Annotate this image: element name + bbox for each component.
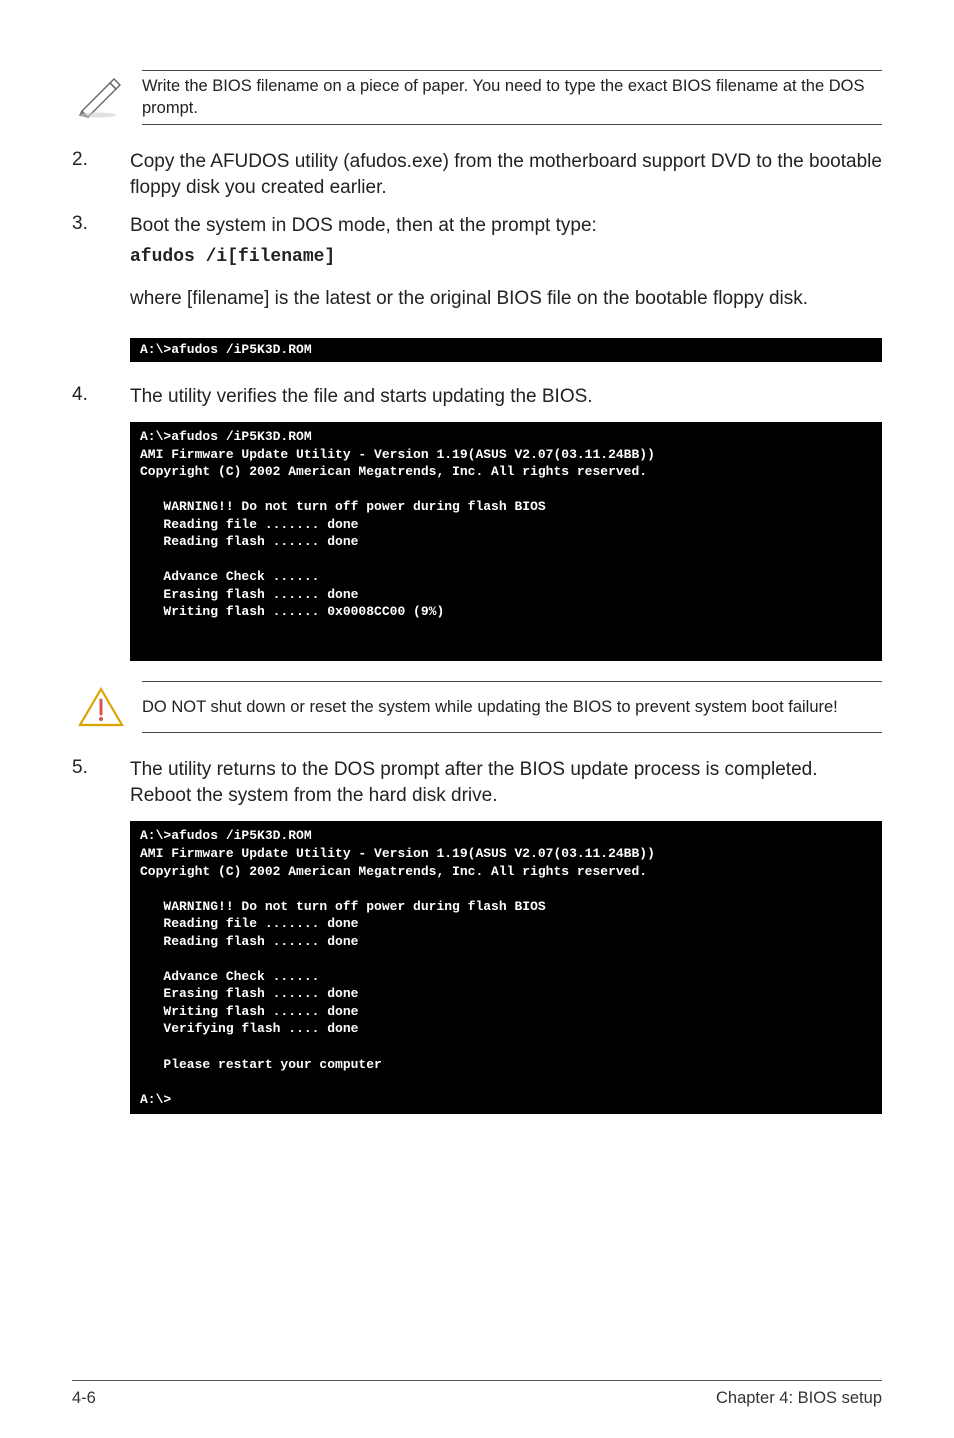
step-sub-paragraph: where [filename] is the latest or the or… (130, 286, 882, 312)
warning-icon (72, 686, 130, 728)
code-command: afudos /i[filename] (130, 245, 882, 270)
page-number: 4-6 (72, 1389, 96, 1408)
chapter-label: Chapter 4: BIOS setup (716, 1389, 882, 1408)
step-5: 5. The utility returns to the DOS prompt… (72, 757, 882, 809)
step-number: 2. (72, 149, 130, 201)
step-body: Boot the system in DOS mode, then at the… (130, 213, 882, 326)
warning-text: DO NOT shut down or reset the system whi… (130, 696, 882, 718)
note-text: Write the BIOS filename on a piece of pa… (130, 75, 882, 120)
step-body: The utility returns to the DOS prompt af… (130, 757, 882, 809)
warning-callout: DO NOT shut down or reset the system whi… (142, 681, 882, 733)
step-number: 3. (72, 213, 130, 326)
note-callout: Write the BIOS filename on a piece of pa… (142, 70, 882, 125)
pencil-icon (72, 75, 130, 119)
step-body: Copy the AFUDOS utility (afudos.exe) fro… (130, 149, 882, 201)
terminal-output-2: A:\>afudos /iP5K3D.ROM AMI Firmware Upda… (130, 422, 882, 661)
step-body: The utility verifies the file and starts… (130, 384, 882, 410)
terminal-output-1: A:\>afudos /iP5K3D.ROM (130, 338, 882, 362)
step-4: 4. The utility verifies the file and sta… (72, 384, 882, 410)
step-number: 5. (72, 757, 130, 809)
page-footer: 4-6 Chapter 4: BIOS setup (72, 1380, 882, 1408)
step-number: 4. (72, 384, 130, 410)
step-2: 2. Copy the AFUDOS utility (afudos.exe) … (72, 149, 882, 201)
step-3: 3. Boot the system in DOS mode, then at … (72, 213, 882, 326)
terminal-output-3: A:\>afudos /iP5K3D.ROM AMI Firmware Upda… (130, 821, 882, 1114)
step-text: Boot the system in DOS mode, then at the… (130, 215, 597, 236)
